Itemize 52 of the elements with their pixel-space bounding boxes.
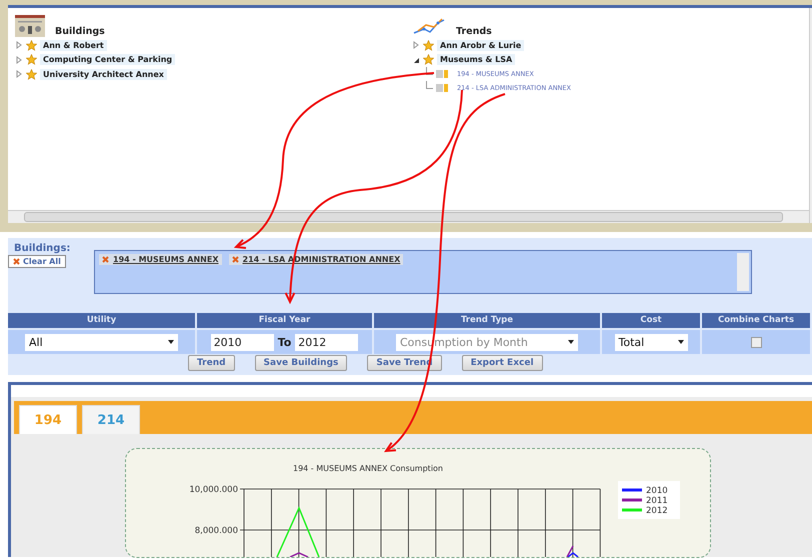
star-icon (26, 68, 37, 80)
legend-label: 2012 (646, 506, 668, 516)
to-label: To (278, 336, 292, 348)
collapse-arrow-icon[interactable] (412, 56, 420, 64)
expand-arrow-icon[interactable] (15, 41, 23, 50)
star-icon (26, 54, 37, 66)
star-icon (423, 54, 434, 66)
column-header: Combine Charts (702, 313, 812, 328)
remove-icon (13, 258, 20, 265)
axis-tick-label: 10,000.000 (189, 485, 238, 495)
tree-title: Buildings (55, 26, 105, 37)
expand-arrow-icon[interactable] (412, 41, 420, 50)
caret-icon (568, 340, 574, 344)
building-chip[interactable]: 194 - MUSEUMS ANNEX (99, 254, 222, 265)
legend-label: 2010 (646, 486, 668, 496)
action-button[interactable]: Save Buildings (254, 355, 348, 371)
year-field[interactable]: 2012 (295, 334, 358, 350)
column-header: Cost (602, 313, 702, 328)
checkbox[interactable] (750, 336, 762, 348)
scrollbar[interactable] (737, 253, 749, 291)
caret-icon (678, 340, 684, 344)
dropdown[interactable]: Total (614, 334, 688, 350)
expand-arrow-icon[interactable] (15, 70, 23, 78)
remove-icon (232, 256, 238, 263)
caret-icon (168, 340, 174, 344)
grid-icon (436, 70, 448, 78)
year-field[interactable]: 2010 (210, 334, 274, 350)
tree-item[interactable]: Computing Center & Parking (40, 54, 176, 66)
axis-tick-label: 8,000.000 (194, 526, 238, 536)
horizontal-scrollbar[interactable] (8, 210, 809, 223)
column-header: Trend Type (374, 313, 602, 328)
column-header: Utility (8, 313, 197, 328)
legend-label: 2011 (646, 496, 668, 506)
tree-item[interactable]: University Architect Annex (40, 68, 167, 80)
action-button[interactable]: Trend (188, 355, 235, 371)
section-label: Buildings: (14, 243, 72, 254)
chart-legend (618, 481, 680, 519)
remove-icon (102, 256, 109, 263)
expand-arrow-icon[interactable] (15, 56, 23, 64)
star-icon (423, 40, 434, 51)
action-button[interactable]: Export Excel (462, 355, 543, 371)
tree-item[interactable]: Ann & Robert (40, 40, 107, 51)
grid-icon (436, 84, 448, 92)
tree-item[interactable]: Museums & LSA (437, 54, 516, 66)
star-icon (26, 40, 37, 51)
dropdown[interactable]: All (25, 334, 178, 350)
clear-all-button[interactable]: Clear All (8, 255, 66, 268)
building-icon (15, 15, 45, 37)
tree-title: Trends (456, 26, 492, 37)
chart-title: 194 - MUSEUMS ANNEX Consumption (293, 464, 443, 473)
tree-item[interactable]: Ann Arobr & Lurie (437, 40, 524, 51)
column-header: Fiscal Year (197, 313, 374, 328)
